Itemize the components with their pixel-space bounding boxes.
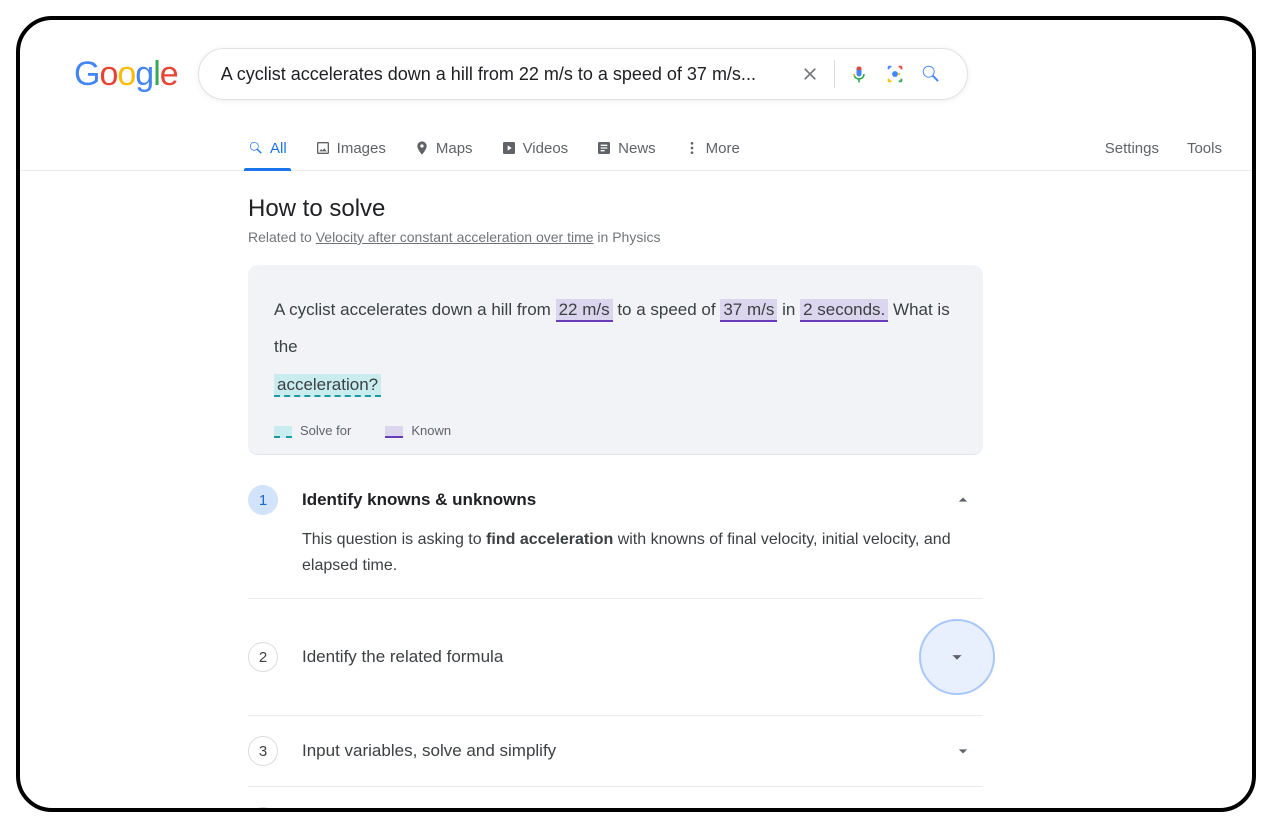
pin-icon xyxy=(414,140,430,156)
related-topic-link[interactable]: Velocity after constant acceleration ove… xyxy=(316,229,594,245)
known-value-final-velocity[interactable]: 37 m/s xyxy=(720,299,777,322)
steps-list: 1 Identify knowns & unknowns This questi… xyxy=(248,465,983,808)
tab-label: More xyxy=(706,140,740,157)
tab-more[interactable]: More xyxy=(684,126,740,170)
step-title: Identify knowns & unknowns xyxy=(302,490,927,510)
problem-frag: to a speed of xyxy=(613,300,721,319)
step-number-badge: 4 xyxy=(248,807,278,808)
search-small-icon xyxy=(248,140,264,156)
play-box-icon xyxy=(501,140,517,156)
device-frame: Google xyxy=(16,16,1256,812)
tab-images[interactable]: Images xyxy=(315,126,386,170)
how-to-solve-heading: How to solve xyxy=(248,195,983,223)
legend-label: Solve for xyxy=(300,423,351,438)
legend-solvefor: Solve for xyxy=(274,423,351,438)
step-header[interactable]: 2 Identify the related formula xyxy=(248,619,975,695)
clear-icon[interactable] xyxy=(792,56,828,92)
problem-text: A cyclist accelerates down a hill from 2… xyxy=(274,291,957,403)
step-body: This question is asking to find accelera… xyxy=(302,527,975,578)
step-header[interactable]: 1 Identify knowns & unknowns xyxy=(248,485,975,515)
step-4: 4 Check unit of measurement xyxy=(248,787,983,808)
tab-label: Videos xyxy=(523,140,569,157)
lens-icon[interactable] xyxy=(877,56,913,92)
known-value-initial-velocity[interactable]: 22 m/s xyxy=(556,299,613,322)
step-header[interactable]: 4 Check unit of measurement xyxy=(248,807,975,808)
step-1: 1 Identify knowns & unknowns This questi… xyxy=(248,465,983,599)
more-vert-icon xyxy=(684,140,700,156)
tab-news[interactable]: News xyxy=(596,126,656,170)
google-logo[interactable]: Google xyxy=(74,55,178,94)
related-prefix: Related to xyxy=(248,229,316,245)
search-divider xyxy=(834,60,835,88)
legend: Solve for Known xyxy=(274,423,957,438)
legend-label: Known xyxy=(411,423,451,438)
step-header[interactable]: 3 Input variables, solve and simplify xyxy=(248,736,975,766)
step-title: Identify the related formula xyxy=(302,647,895,667)
voice-search-icon[interactable] xyxy=(841,56,877,92)
step-number-badge: 3 xyxy=(248,736,278,766)
tab-videos[interactable]: Videos xyxy=(501,126,569,170)
known-value-time[interactable]: 2 seconds. xyxy=(800,299,888,322)
problem-card: A cyclist accelerates down a hill from 2… xyxy=(248,265,983,455)
step-body-bold: find acceleration xyxy=(486,531,613,548)
step-title: Input variables, solve and simplify xyxy=(302,741,927,761)
step-3: 3 Input variables, solve and simplify xyxy=(248,716,983,787)
news-icon xyxy=(596,140,612,156)
step-number-badge: 2 xyxy=(248,642,278,672)
step-body-frag: This question is asking to xyxy=(302,531,486,548)
problem-frag: in xyxy=(777,300,800,319)
settings-link[interactable]: Settings xyxy=(1105,140,1159,157)
legend-known: Known xyxy=(385,423,451,438)
related-line: Related to Velocity after constant accel… xyxy=(248,229,983,245)
image-icon xyxy=(315,140,331,156)
tab-label: News xyxy=(618,140,656,157)
search-icon[interactable] xyxy=(913,56,949,92)
chevron-down-icon xyxy=(951,739,975,763)
chevron-up-icon xyxy=(951,488,975,512)
tab-label: Images xyxy=(337,140,386,157)
step-number-badge: 1 xyxy=(248,485,278,515)
solve-for-value[interactable]: acceleration? xyxy=(274,374,381,397)
tab-label: Maps xyxy=(436,140,473,157)
main-content: How to solve Related to Velocity after c… xyxy=(248,171,983,808)
related-suffix: in Physics xyxy=(594,229,661,245)
known-swatch-icon xyxy=(385,426,403,438)
chevron-down-highlight-icon[interactable] xyxy=(919,619,995,695)
search-bar[interactable] xyxy=(198,48,968,100)
search-input[interactable] xyxy=(221,64,792,85)
tabs-bar: All Images Maps Videos News More xyxy=(20,126,1252,171)
tab-maps[interactable]: Maps xyxy=(414,126,473,170)
page-root: Google xyxy=(20,20,1252,808)
header: Google xyxy=(20,20,1252,100)
tab-label: All xyxy=(270,140,287,157)
tab-all[interactable]: All xyxy=(248,126,287,170)
problem-frag: A cyclist accelerates down a hill from xyxy=(274,300,556,319)
tools-link[interactable]: Tools xyxy=(1187,140,1222,157)
step-2: 2 Identify the related formula xyxy=(248,599,983,716)
solvefor-swatch-icon xyxy=(274,426,292,438)
